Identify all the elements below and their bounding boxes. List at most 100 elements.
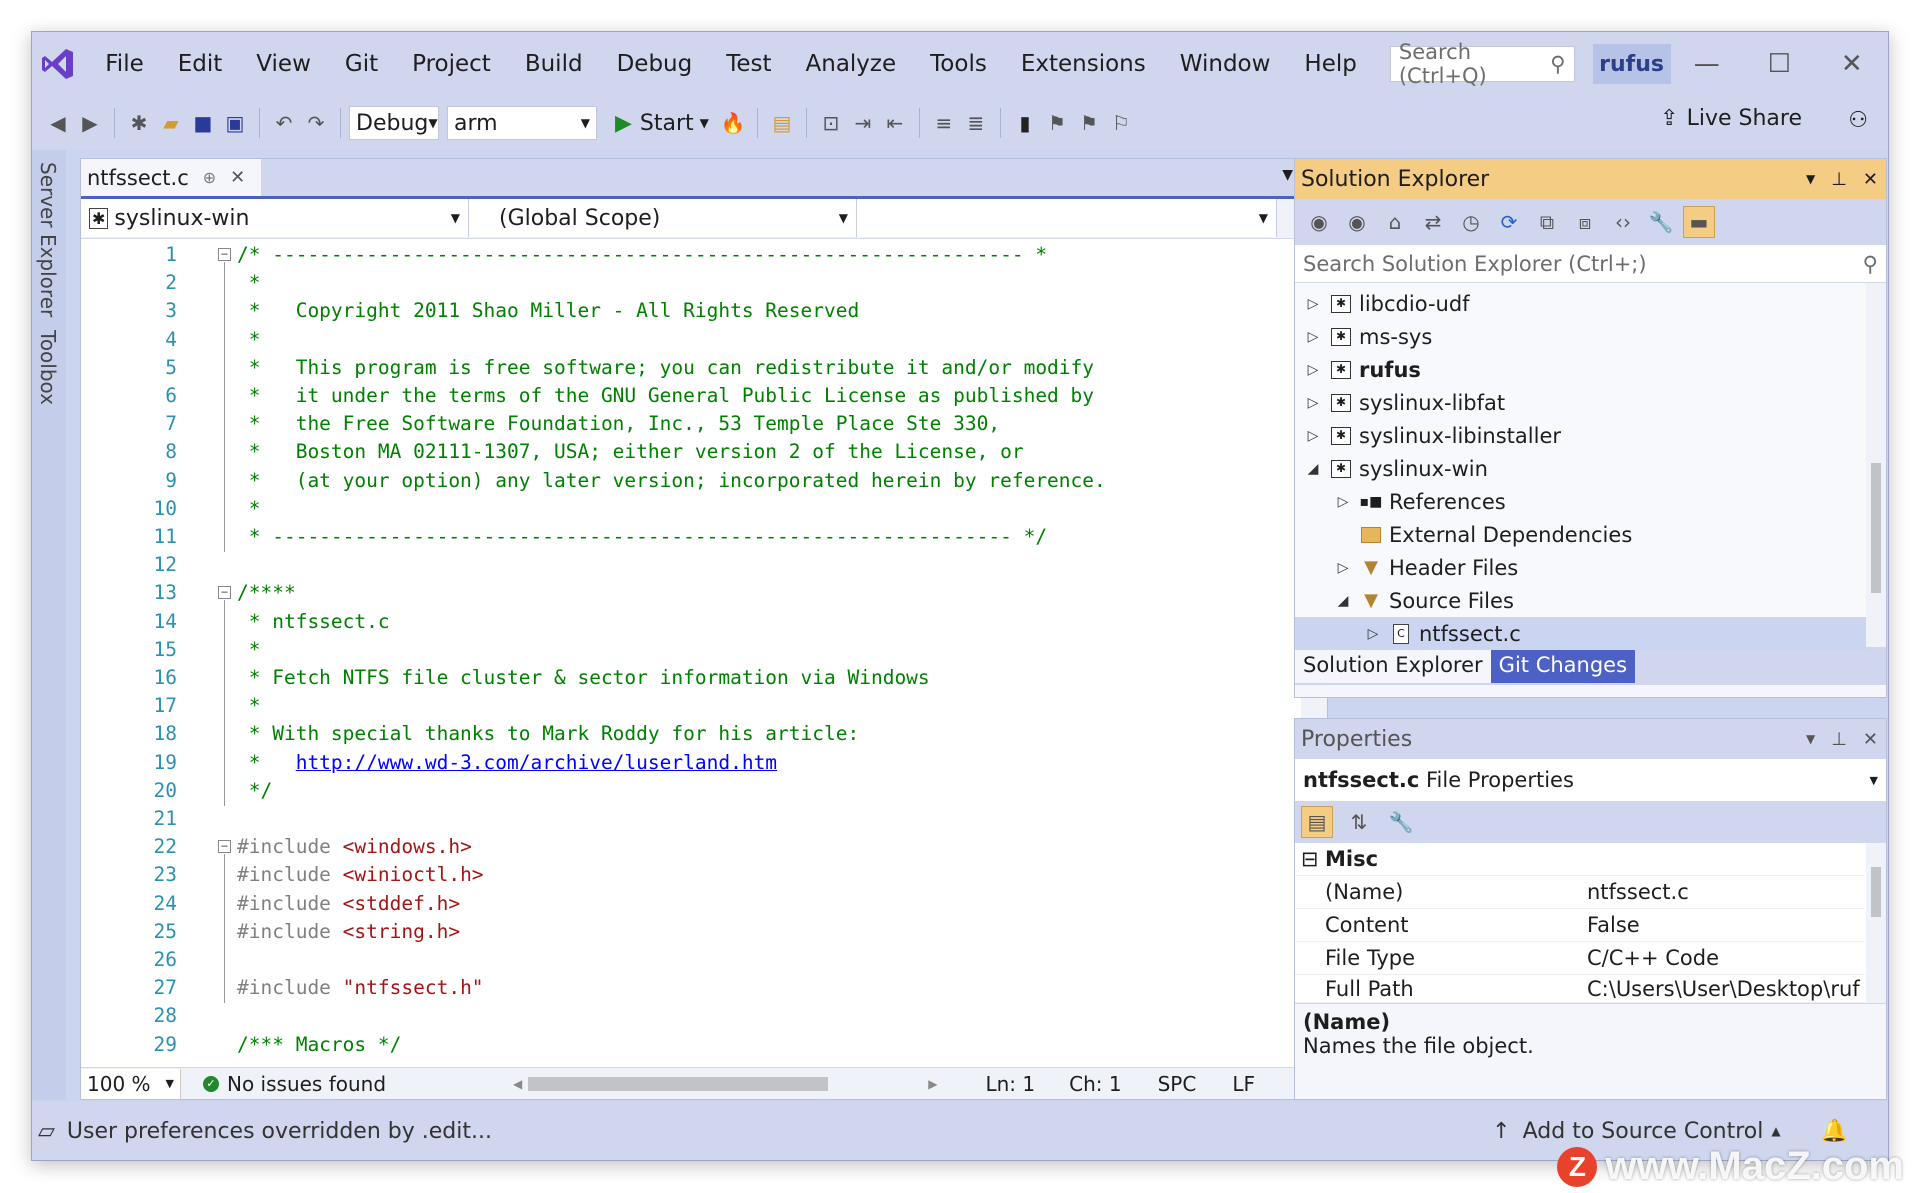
code-line[interactable]: 1 /* ------------------------------------… — [81, 241, 1303, 269]
line-ending-indicator[interactable]: LF — [1232, 1072, 1255, 1096]
menu-item-view[interactable]: View — [239, 32, 328, 96]
collapsed-arrow-icon[interactable]: ▷ — [1303, 362, 1323, 378]
menu-item-help[interactable]: Help — [1287, 32, 1373, 96]
code-line[interactable]: 7 * the Free Software Foundation, Inc., … — [81, 410, 1303, 438]
code-line[interactable]: 23 #include <winioctl.h> — [81, 861, 1303, 889]
category-row[interactable]: ⊟ Misc — [1295, 843, 1865, 876]
comment-icon[interactable]: ≡ — [928, 107, 960, 139]
add-to-source-control[interactable]: Add to Source Control — [1523, 1119, 1764, 1144]
hot-reload-icon[interactable]: 🔥 — [717, 107, 749, 139]
tab-overflow-icon[interactable]: ▼ — [1282, 167, 1293, 183]
properties-wrench-icon[interactable]: 🔧 — [1645, 206, 1677, 238]
collapsed-arrow-icon[interactable]: ▷ — [1333, 494, 1353, 510]
menu-item-analyze[interactable]: Analyze — [789, 32, 914, 96]
indent-icon[interactable]: ⇥ — [847, 107, 879, 139]
code-line[interactable]: 10 * — [81, 495, 1303, 523]
visual-studio-logo-icon[interactable] — [40, 44, 76, 84]
property-value[interactable]: ntfssect.c — [1587, 880, 1689, 904]
close-tab-icon[interactable]: ✕ — [230, 167, 245, 188]
preview-selected-icon[interactable]: ▬ — [1683, 206, 1715, 238]
fold-toggle-icon[interactable]: − — [218, 840, 231, 854]
tree-item[interactable]: ▷ ▪■ References — [1295, 485, 1870, 518]
collapsed-arrow-icon[interactable]: ▷ — [1303, 395, 1323, 411]
code-line[interactable]: 18 * With special thanks to Mark Roddy f… — [81, 720, 1303, 748]
code-line[interactable]: 13 /**** − — [81, 579, 1303, 607]
bookmark-icon[interactable]: ▮ — [1009, 107, 1041, 139]
code-line[interactable]: 26 — [81, 946, 1303, 974]
url-link[interactable]: http://www.wd-3.com/archive/luserland.ht… — [296, 751, 777, 774]
pin-icon[interactable]: ⊥ — [1831, 169, 1847, 190]
tab-git-changes[interactable]: Git Changes — [1490, 647, 1636, 683]
back-icon[interactable]: ◉ — [1303, 206, 1335, 238]
tree-item[interactable]: ▷ ✱ ms-sys — [1295, 320, 1870, 353]
property-row[interactable]: Full Path C:\Users\User\Desktop\ruf — [1295, 975, 1865, 1003]
menu-item-project[interactable]: Project — [395, 32, 508, 96]
properties-object-selector[interactable]: ntfssect.c File Properties ▼ — [1295, 759, 1886, 801]
open-folder-icon[interactable]: ▰ — [155, 107, 187, 139]
sync-icon[interactable]: ⟳ — [1493, 206, 1525, 238]
code-line[interactable]: 9 * (at your option) any later version; … — [81, 467, 1303, 495]
code-line[interactable]: 5 * This program is free software; you c… — [81, 354, 1303, 382]
view-code-icon[interactable]: ‹› — [1607, 206, 1639, 238]
whitespace-indicator[interactable]: SPC — [1158, 1072, 1197, 1096]
pin-icon[interactable]: ⊥ — [1831, 729, 1847, 750]
property-row[interactable]: File Type C/C++ Code — [1295, 942, 1865, 975]
tree-item[interactable]: ▷ ✱ rufus — [1295, 353, 1870, 386]
tree-item[interactable]: ◢ ✱ syslinux-win — [1295, 452, 1870, 485]
tree-scrollbar[interactable] — [1866, 283, 1886, 647]
save-all-icon[interactable]: ▣ — [219, 107, 251, 139]
properties-scroll-thumb[interactable] — [1871, 867, 1881, 917]
collapsed-arrow-icon[interactable]: ▷ — [1333, 560, 1353, 576]
search-box[interactable]: Search (Ctrl+Q) ⚲ — [1389, 40, 1575, 88]
minimize-button[interactable]: — — [1671, 49, 1744, 79]
undo-icon[interactable]: ↶ — [268, 107, 300, 139]
redo-icon[interactable]: ↷ — [300, 107, 332, 139]
solution-explorer-search[interactable]: Search Solution Explorer (Ctrl+;) ⚲ — [1295, 245, 1886, 283]
code-line[interactable]: 15 * — [81, 636, 1303, 664]
tree-item[interactable]: ▷ Cntfssect.c — [1295, 617, 1870, 650]
scroll-left-icon[interactable]: ◀ — [513, 1077, 522, 1091]
chevron-down-icon[interactable]: ▼ — [1806, 732, 1815, 746]
line-indicator[interactable]: Ln: 1 — [985, 1072, 1035, 1096]
menu-item-extensions[interactable]: Extensions — [1004, 32, 1163, 96]
fold-toggle-icon[interactable]: − — [218, 586, 231, 600]
code-line[interactable]: 12 — [81, 551, 1303, 579]
clear-bookmarks-icon[interactable]: ⚐ — [1105, 107, 1137, 139]
server-explorer-tab[interactable]: Server Explorer — [36, 162, 60, 317]
tree-item[interactable]: ▷ ✱ syslinux-libinstaller — [1295, 419, 1870, 452]
horizontal-scroll-thumb[interactable] — [528, 1076, 829, 1091]
properties-scrollbar[interactable] — [1866, 843, 1886, 1003]
code-line[interactable]: 4 * — [81, 326, 1303, 354]
code-line[interactable]: 22 #include <windows.h> − — [81, 833, 1303, 861]
code-line[interactable]: 28 — [81, 1002, 1303, 1030]
find-in-files-icon[interactable]: ▤ — [766, 107, 798, 139]
code-area[interactable]: 1 /* ------------------------------------… — [81, 241, 1303, 1061]
tab-ntfssect-c[interactable]: ntfssect.c ⊕ ✕ — [81, 159, 261, 196]
menu-item-test[interactable]: Test — [709, 32, 788, 96]
maximize-button[interactable]: ☐ — [1743, 49, 1816, 79]
tree-item[interactable]: External Dependencies — [1295, 518, 1870, 551]
home-icon[interactable]: ⌂ — [1379, 206, 1411, 238]
switch-views-icon[interactable]: ⇄ — [1417, 206, 1449, 238]
code-line[interactable]: 27 #include "ntfssect.h" — [81, 974, 1303, 1002]
code-line[interactable]: 11 * -----------------------------------… — [81, 523, 1303, 551]
menu-item-debug[interactable]: Debug — [600, 32, 710, 96]
collapsed-arrow-icon[interactable]: ▷ — [1363, 626, 1383, 642]
fold-toggle-icon[interactable]: − — [218, 248, 231, 261]
close-button[interactable]: ✕ — [1816, 49, 1888, 79]
code-line[interactable]: 8 * Boston MA 02111-1307, USA; either ve… — [81, 438, 1303, 466]
menu-item-build[interactable]: Build — [508, 32, 600, 96]
navigate-back-icon[interactable]: ◀ — [42, 107, 74, 139]
toolbox-tab[interactable]: Toolbox — [36, 330, 60, 405]
code-line[interactable]: 25 #include <string.h> — [81, 918, 1303, 946]
menu-item-git[interactable]: Git — [328, 32, 395, 96]
property-value[interactable]: C/C++ Code — [1587, 946, 1719, 970]
menu-item-edit[interactable]: Edit — [161, 32, 240, 96]
next-bookmark-icon[interactable]: ⚑ — [1073, 107, 1105, 139]
collapsed-arrow-icon[interactable]: ▷ — [1303, 428, 1323, 444]
code-line[interactable]: 14 * ntfssect.c — [81, 608, 1303, 636]
notifications-bell-icon[interactable]: 🔔 — [1821, 1119, 1848, 1144]
member-dropdown[interactable]: ▼ — [857, 199, 1277, 237]
feedback-icon[interactable]: ⚇ — [1848, 108, 1868, 133]
code-line[interactable]: 17 * — [81, 692, 1303, 720]
